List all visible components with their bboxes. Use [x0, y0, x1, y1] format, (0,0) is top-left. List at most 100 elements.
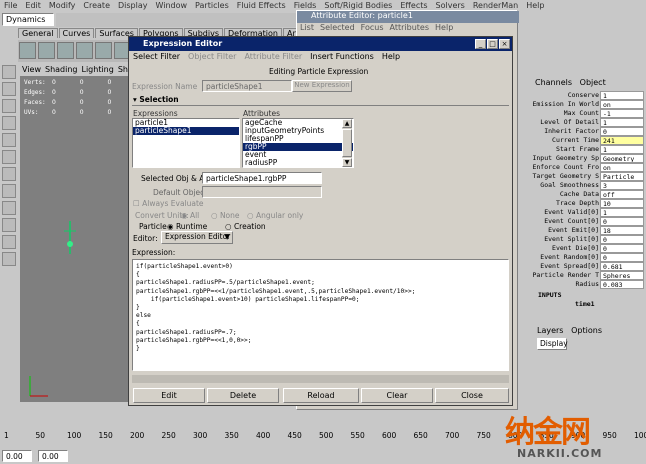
channel-value[interactable]: on [600, 163, 644, 172]
main-menu-item[interactable]: Particles [191, 0, 233, 10]
shelf-tab[interactable]: General [18, 28, 58, 38]
channel-value[interactable]: 1 [600, 208, 644, 217]
channel-value[interactable]: 1 [600, 145, 644, 154]
attribute-editor-menu-item[interactable]: Focus [358, 23, 387, 32]
channel-row[interactable]: Input Geometry Sp Geometry [532, 154, 646, 163]
editor-type-dropdown[interactable]: Expression Editor ▼ [161, 231, 233, 244]
runtime-radio[interactable]: ◉ Runtime [167, 222, 207, 231]
expressions-list[interactable]: particle1 particleShape1 [132, 118, 240, 168]
menu-mode-dropdown[interactable]: Dynamics [2, 13, 54, 26]
viewport[interactable]: Verts: Edges: Faces: UVs: 0 0 0 0 0 0 0 … [20, 76, 130, 402]
inputs-item[interactable]: time1 [535, 300, 646, 309]
channel-value[interactable]: 0 [600, 235, 644, 244]
attribute-editor-menu-item[interactable]: Attributes [387, 23, 433, 32]
maximize-button[interactable]: □ [487, 39, 498, 49]
channel-row[interactable]: Trace Depth 10 [535, 199, 646, 208]
channel-row[interactable]: Target Geometry S Particle [532, 172, 646, 181]
attribute-editor-menu-item[interactable]: Selected [317, 23, 358, 32]
viewport-menu-item[interactable]: Lighting [79, 65, 115, 74]
rotate-tool-icon[interactable] [2, 133, 16, 147]
main-menu-item[interactable]: RenderMan [469, 0, 522, 10]
channel-row[interactable]: Current Time 241 [535, 136, 646, 145]
channel-value[interactable]: 1 [600, 118, 644, 127]
channel-value[interactable]: Spheres [600, 271, 644, 280]
channel-row[interactable]: Inherit Factor 0 [535, 127, 646, 136]
channel-row[interactable]: Max Count -1 [535, 109, 646, 118]
channel-value[interactable]: Geometry [600, 154, 644, 163]
expression-editor-menu-item[interactable]: Help [378, 51, 404, 62]
channel-row[interactable]: Start Frame 1 [535, 145, 646, 154]
always-evaluate-checkbox[interactable]: ☐ Always Evaluate [133, 199, 204, 208]
shelf-tool-icon[interactable] [95, 42, 112, 59]
main-menu-item[interactable]: Modify [45, 0, 80, 10]
convert-all-radio[interactable]: ◉ All [181, 211, 199, 220]
expression-editor-menu-item[interactable]: Attribute Filter [240, 51, 306, 62]
new-expression-button[interactable]: New Expression [292, 80, 352, 92]
expression-editor-menu-item[interactable]: Object Filter [184, 51, 240, 62]
manipulator-tool-icon[interactable] [2, 167, 16, 181]
channel-value[interactable]: 0 [600, 217, 644, 226]
default-object-field[interactable] [202, 186, 322, 198]
channel-value[interactable]: 0 [600, 253, 644, 262]
main-menu-item[interactable]: Window [152, 0, 192, 10]
convert-angular-radio[interactable]: ○ Angular only [247, 211, 303, 220]
channel-value[interactable]: 10 [600, 199, 644, 208]
expression-editor-menu-item[interactable]: Insert Functions [306, 51, 378, 62]
main-menu-item[interactable]: Effects [396, 0, 431, 10]
layout-four-icon[interactable] [2, 218, 16, 232]
attributes-list[interactable]: ageCache inputGeometryPoints lifespanPP rgb… [242, 118, 354, 168]
channel-value[interactable]: 0.681 [600, 262, 644, 271]
channel-row[interactable]: Event Emit[0] 18 [535, 226, 646, 235]
layout-single-icon[interactable] [2, 201, 16, 215]
creation-radio[interactable]: ○ Creation [225, 222, 266, 231]
main-menu-item[interactable]: File [0, 0, 21, 10]
edit-button[interactable]: Edit [133, 388, 205, 403]
shelf-tab[interactable]: Curves [58, 28, 95, 38]
horizontal-scrollbar[interactable] [132, 375, 509, 383]
selected-obj-field[interactable]: particleShape1.rgbPP [202, 172, 322, 184]
attributes-scrollbar[interactable]: ▲ ▼ [342, 119, 352, 167]
convert-none-radio[interactable]: ○ None [211, 211, 240, 220]
channel-row[interactable]: Goal Smoothness 3 [535, 181, 646, 190]
channel-value[interactable]: 1 [600, 91, 644, 100]
move-tool-icon[interactable] [2, 116, 16, 130]
attribute-list-item[interactable]: radiusPP [243, 159, 353, 167]
channel-row[interactable]: Radius 0.083 [535, 280, 646, 289]
main-menu-item[interactable]: Fields [290, 0, 321, 10]
channel-value[interactable]: 3 [600, 181, 644, 190]
lasso-tool-icon[interactable] [2, 82, 16, 96]
channel-row[interactable]: Event Split[0] 0 [535, 235, 646, 244]
layout-graph-icon[interactable] [2, 252, 16, 266]
main-menu-item[interactable]: Display [114, 0, 152, 10]
close-icon[interactable]: × [499, 39, 510, 49]
select-tool-icon[interactable] [2, 65, 16, 79]
channel-value[interactable]: off [600, 190, 644, 199]
channel-row[interactable]: Particle Render T Spheres [532, 271, 646, 280]
shelf-tool-icon[interactable] [76, 42, 93, 59]
viewport-menu-item[interactable]: Shading [43, 65, 80, 74]
channels-menu[interactable]: Channels [535, 78, 572, 87]
delete-button[interactable]: Delete [207, 388, 279, 403]
viewport-menu-item[interactable]: View [20, 65, 43, 74]
channel-value[interactable]: Particle [600, 172, 644, 181]
attribute-editor-menu-item[interactable]: Help [432, 23, 456, 32]
channel-row[interactable]: Level Of Detail 1 [535, 118, 646, 127]
channel-row[interactable]: Event Die[0] 0 [535, 244, 646, 253]
options-menu[interactable]: Options [571, 326, 602, 335]
main-menu-item[interactable]: Edit [21, 0, 45, 10]
channel-row[interactable]: Event Spread[0] 0.681 [535, 262, 646, 271]
shelf-tool-icon[interactable] [38, 42, 55, 59]
expression-text-area[interactable]: if(particleShape1.event>0){particleShape… [132, 259, 509, 371]
layer-type-dropdown[interactable]: Display [537, 338, 568, 350]
channel-row[interactable]: Event Valid[0] 1 [535, 208, 646, 217]
playback-start-field[interactable]: 0.00 [38, 450, 68, 462]
channel-value[interactable]: on [600, 100, 644, 109]
channel-row[interactable]: Conserve 1 [535, 91, 646, 100]
expression-name-field[interactable]: particleShape1 [202, 80, 292, 92]
channel-row[interactable]: Cache Data off [535, 190, 646, 199]
main-menu-item[interactable]: Solvers [432, 0, 469, 10]
channel-value[interactable]: 0 [600, 244, 644, 253]
channel-value[interactable]: -1 [600, 109, 644, 118]
range-start-field[interactable]: 0.00 [2, 450, 32, 462]
channel-value[interactable]: 18 [600, 226, 644, 235]
